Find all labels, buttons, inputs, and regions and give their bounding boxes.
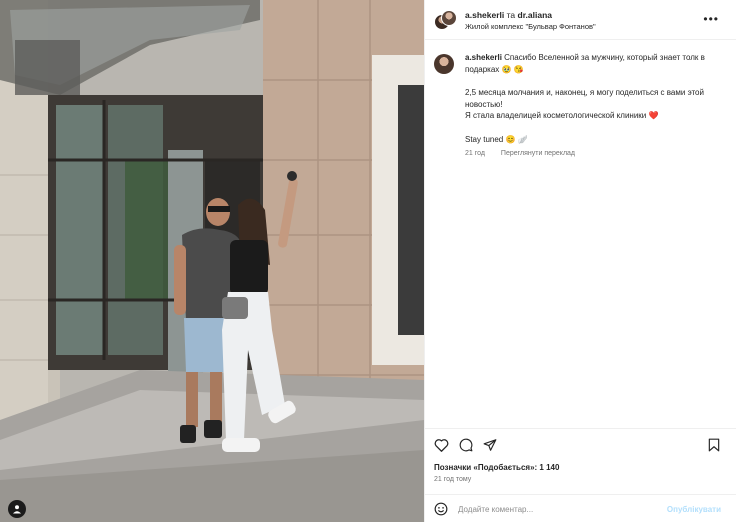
caption-time[interactable]: 21 год [465,150,485,157]
action-bar [425,428,736,458]
comment-input[interactable]: Додайте коментар... [458,505,533,514]
avatar[interactable] [441,10,457,26]
avatar[interactable] [434,54,454,74]
post-side-panel: a.shekerli та dr.aliana Жилой комплекс "… [424,0,736,522]
caption-text: Я стала владелицей косметологической кли… [465,111,647,120]
emoji-icon[interactable] [434,502,448,516]
post-photo[interactable] [0,0,424,522]
caption-emoji: 😊 🪽 [505,134,528,144]
more-horizontal-icon[interactable]: ••• [703,12,719,26]
post-time[interactable]: 21 год тому [434,476,471,483]
post-header: a.shekerli та dr.aliana Жилой комплекс "… [425,0,736,40]
caption-username[interactable]: a.shekerli [465,53,502,62]
caption-emoji: 🥹 😘 [501,64,524,74]
user-icon [13,505,21,514]
caption-text: 2,5 месяца молчания и, наконец, я могу п… [465,88,704,109]
authors-conjunction: та [506,10,516,20]
likes-count[interactable]: Позначки «Подобається»: 1 140 [434,463,559,472]
tagged-user-icon[interactable] [8,500,26,518]
collab-avatars[interactable] [434,10,457,30]
comment-icon[interactable] [459,438,473,452]
location-link[interactable]: Жилой комплекс "Бульвар Фонтанов" [465,22,596,31]
caption-meta: 21 год Переглянути переклад [465,148,727,160]
caption-body: a.shekerli Спасибо Вселенной за мужчину,… [465,52,727,160]
bookmark-icon[interactable] [708,438,720,452]
share-icon[interactable] [483,438,497,452]
author-link[interactable]: dr.aliana [518,10,553,20]
comment-bar: Додайте коментар... Опублікувати [425,494,736,522]
author-link[interactable]: a.shekerli [465,10,504,20]
bottom-strip [0,522,736,530]
caption-text: Stay tuned [465,134,504,144]
photo-image [0,0,424,522]
post-authors: a.shekerli та dr.aliana [465,10,552,21]
see-translation-link[interactable]: Переглянути переклад [501,150,575,157]
caption-emoji: ❤️ [648,111,659,120]
post-comment-button[interactable]: Опублікувати [667,505,721,514]
heart-icon[interactable] [434,438,449,452]
